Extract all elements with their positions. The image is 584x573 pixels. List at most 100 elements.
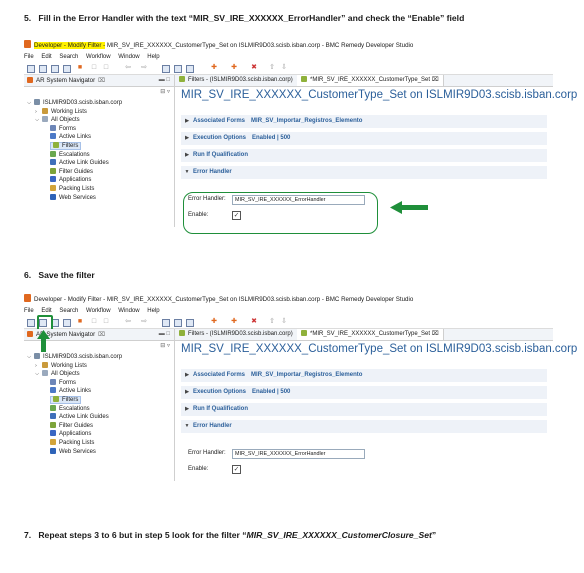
menu-workflow[interactable]: Workflow	[86, 308, 111, 314]
collapse-all-icon[interactable]: ⊟ ▿	[160, 342, 170, 349]
workflow-icon[interactable]: ■	[76, 318, 84, 326]
menu-file[interactable]: File	[24, 54, 34, 60]
tree-filters[interactable]: Filters	[24, 141, 122, 151]
tree-applications[interactable]: Applications	[24, 430, 122, 439]
tree-filters-selected[interactable]: Filters	[50, 395, 82, 404]
tree-working-lists[interactable]: › Working Lists	[24, 361, 122, 371]
tree-packing-lists[interactable]: Packing Lists	[24, 438, 122, 448]
collapse-icon[interactable]: ⌵	[27, 99, 34, 108]
open-icon[interactable]	[63, 65, 71, 73]
layout-2-icon[interactable]	[174, 65, 182, 73]
menu-workflow[interactable]: Workflow	[86, 54, 111, 60]
collapse-icon[interactable]: ⌵	[35, 370, 42, 379]
delete-icon[interactable]: ✖	[250, 64, 258, 72]
tree-active-links[interactable]: Active Links	[24, 133, 122, 142]
layout-2-icon[interactable]	[174, 319, 182, 327]
section-error-handler[interactable]: ▼ Error Handler	[181, 420, 547, 433]
layout-3-icon[interactable]	[186, 65, 194, 73]
minimize-maximize-icon[interactable]: ▬ □	[159, 329, 170, 340]
error-handler-input[interactable]: MIR_SV_IRE_XXXXXX_ErrorHandler	[232, 449, 365, 459]
collapse-all-icon[interactable]: ⊟ ▿	[160, 88, 170, 95]
minimize-maximize-icon[interactable]: ▬ □	[159, 75, 170, 86]
section-associated-forms[interactable]: ▶ Associated Forms MIR_SV_Importar_Registr…	[181, 115, 547, 128]
tree-active-links[interactable]: Active Links	[24, 387, 122, 396]
add-icon[interactable]: ✚	[230, 318, 238, 326]
save-icon[interactable]	[39, 65, 47, 73]
tree-filter-guides[interactable]: Filter Guides	[24, 167, 122, 177]
tree-forms[interactable]: Forms	[24, 124, 122, 134]
open-icon[interactable]	[63, 319, 71, 327]
menu-help[interactable]: Help	[147, 54, 159, 60]
forward-icon[interactable]: ⇨	[140, 318, 148, 326]
tree-forms[interactable]: Forms	[24, 378, 122, 388]
menu-search[interactable]: Search	[59, 54, 78, 60]
section-run-if[interactable]: ▶ Run If Qualification	[181, 403, 547, 416]
collapse-icon[interactable]: ⌵	[27, 353, 34, 362]
close-tab-icon[interactable]: ⌧	[98, 77, 105, 84]
close-tab-icon[interactable]: ⌧	[98, 331, 105, 338]
down-icon[interactable]: ⇩	[280, 318, 288, 326]
layout-3-icon[interactable]	[186, 319, 194, 327]
active-link-icon	[50, 133, 56, 140]
tree-server[interactable]: ⌵ ISLMIR9D03.scisb.isban.corp	[24, 353, 122, 362]
tree-all-objects[interactable]: ⌵ All Objects	[24, 116, 122, 125]
menu-window[interactable]: Window	[118, 308, 139, 314]
navigator-tab[interactable]: AR System Navigator ⌧ ▬ □	[24, 75, 174, 87]
tree-active-link-guides[interactable]: Active Link Guides	[24, 413, 122, 422]
tree-server[interactable]: ⌵ ISLMIR9D03.scisb.isban.corp	[24, 99, 122, 108]
new-icon[interactable]	[27, 65, 35, 73]
menu-edit[interactable]: Edit	[41, 308, 51, 314]
down-icon[interactable]: ⇩	[280, 64, 288, 72]
menu-file[interactable]: File	[24, 308, 34, 314]
section-error-handler[interactable]: ▼ Error Handler	[181, 166, 547, 179]
back-icon[interactable]: ⇦	[124, 318, 132, 326]
tab-filters-list[interactable]: Filters - (ISLMIR9D03.scisb.isban.corp)	[175, 75, 298, 86]
forward-icon[interactable]: ⇨	[140, 64, 148, 72]
expand-icon[interactable]: ›	[35, 108, 42, 117]
close-tab-icon[interactable]: ⌧	[432, 77, 439, 83]
tree-applications[interactable]: Applications	[24, 176, 122, 185]
new-object-icon[interactable]: ✚	[210, 64, 218, 72]
section-execution-options[interactable]: ▶ Execution Options Enabled | 500	[181, 386, 547, 399]
new-object-icon[interactable]: ✚	[210, 318, 218, 326]
tab-filter-editor[interactable]: *MIR_SV_IRE_XXXXXX_CustomerType_Set ⌧	[297, 75, 444, 86]
back-icon[interactable]: ⇦	[124, 64, 132, 72]
tree-web-services[interactable]: Web Services	[24, 193, 122, 203]
tree-web-services[interactable]: Web Services	[24, 447, 122, 457]
enable-checkbox[interactable]: ✓	[232, 465, 241, 474]
workflow-icon[interactable]: ■	[76, 64, 84, 72]
tree-escalations[interactable]: Escalations	[24, 404, 122, 414]
tree-filters[interactable]: Filters	[24, 395, 122, 405]
delete-icon[interactable]: ✖	[250, 318, 258, 326]
menu-edit[interactable]: Edit	[41, 54, 51, 60]
preview-icon[interactable]: □	[102, 64, 110, 72]
section-associated-forms[interactable]: ▶ Associated Forms MIR_SV_Importar_Registr…	[181, 369, 547, 382]
tree-active-link-guides[interactable]: Active Link Guides	[24, 159, 122, 168]
collapse-icon[interactable]: ⌵	[35, 116, 42, 125]
preview-icon[interactable]: □	[102, 318, 110, 326]
add-icon[interactable]: ✚	[230, 64, 238, 72]
menu-search[interactable]: Search	[59, 308, 78, 314]
expand-icon[interactable]: ›	[35, 362, 42, 371]
new-icon[interactable]	[27, 319, 35, 327]
print-icon[interactable]: □	[90, 318, 98, 326]
layout-icon[interactable]	[162, 319, 170, 327]
tab-filter-editor[interactable]: *MIR_SV_IRE_XXXXXX_CustomerType_Set ⌧	[297, 329, 444, 340]
layout-icon[interactable]	[162, 65, 170, 73]
tree-all-objects[interactable]: ⌵ All Objects	[24, 370, 122, 379]
menu-window[interactable]: Window	[118, 54, 139, 60]
tree-working-lists[interactable]: › Working Lists	[24, 107, 122, 117]
print-icon[interactable]: □	[90, 64, 98, 72]
tree-filters-selected[interactable]: Filters	[50, 141, 82, 150]
up-icon[interactable]: ⇧	[268, 64, 276, 72]
close-tab-icon[interactable]: ⌧	[432, 331, 439, 337]
up-icon[interactable]: ⇧	[268, 318, 276, 326]
tree-filter-guides[interactable]: Filter Guides	[24, 421, 122, 431]
save-all-icon[interactable]	[51, 65, 59, 73]
menu-help[interactable]: Help	[147, 308, 159, 314]
section-execution-options[interactable]: ▶ Execution Options Enabled | 500	[181, 132, 547, 145]
tab-filters-list[interactable]: Filters - (ISLMIR9D03.scisb.isban.corp)	[175, 329, 298, 340]
tree-packing-lists[interactable]: Packing Lists	[24, 184, 122, 194]
tree-escalations[interactable]: Escalations	[24, 150, 122, 160]
section-run-if[interactable]: ▶ Run If Qualification	[181, 149, 547, 162]
